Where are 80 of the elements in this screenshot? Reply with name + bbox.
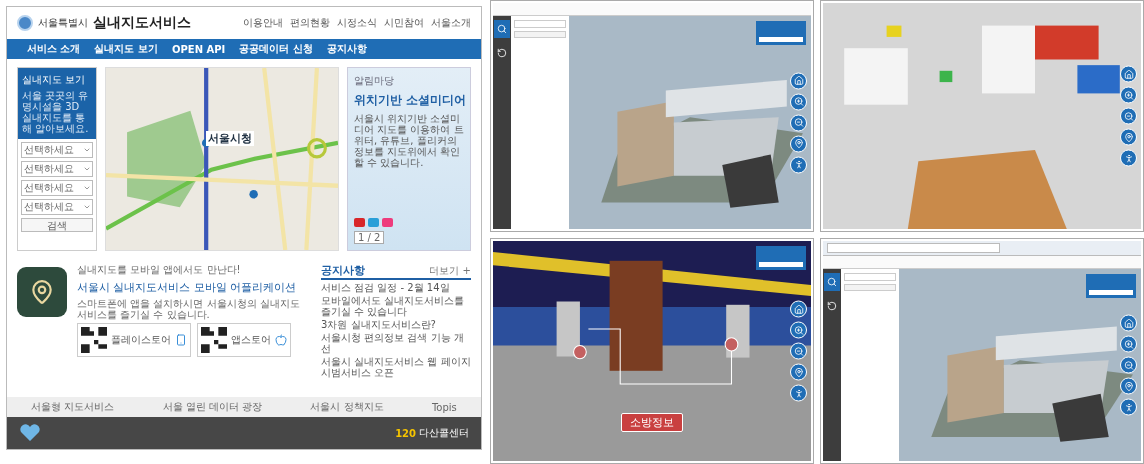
search-button[interactable] — [494, 20, 510, 38]
top-link[interactable]: 이용안내 — [243, 16, 283, 30]
heart-logo-icon — [19, 424, 41, 442]
notice-item[interactable]: 서울시 실내지도서비스 웹 페이지 시범서비스 오픈 — [321, 356, 471, 378]
call-number: 120 — [395, 427, 416, 439]
partner-link[interactable]: 서울형 지도서비스 — [31, 400, 115, 414]
zoom-in-icon — [1123, 90, 1134, 100]
search-button[interactable] — [824, 273, 840, 291]
chevron-down-icon — [83, 146, 91, 154]
select-dropdown[interactable]: 선택하세요 — [21, 180, 93, 196]
site-title: 실내지도서비스 — [93, 14, 191, 32]
zoom-out-icon — [1123, 360, 1134, 370]
select-dropdown[interactable]: 선택하세요 — [21, 199, 93, 215]
select-dropdown[interactable]: 선택하세요 — [21, 161, 93, 177]
nav-item[interactable]: 공지사항 — [326, 42, 367, 56]
nav-item[interactable]: 공공데이터 신청 — [239, 42, 313, 56]
download-link[interactable]: 앱스토어 — [197, 323, 291, 357]
top-link[interactable]: 편의현황 — [290, 16, 330, 30]
zoom-in-icon — [793, 96, 804, 107]
pin-icon — [793, 138, 804, 149]
home-icon — [793, 304, 804, 314]
partner-link[interactable]: 서울 열린 데이터 광장 — [162, 400, 263, 414]
zoom-out-icon — [793, 117, 804, 128]
more-link[interactable]: 더보기 + — [429, 264, 471, 278]
notice-title: 공지사항 — [321, 263, 365, 278]
finder-title: 실내지도 보기 — [22, 73, 87, 87]
zoom-in-icon — [1123, 339, 1134, 349]
qr-code-icon — [201, 327, 227, 353]
promo-title: 위치기반 소셜미디어 — [354, 92, 464, 109]
promo-section: 알림마당 — [354, 74, 464, 88]
search-field[interactable] — [844, 273, 896, 281]
search-button[interactable]: 검색 — [21, 218, 93, 232]
app-description: 스마트폰에 앱을 설치하시면 서울시청의 실내지도 서비스를 즐기실 수 있습니다. — [77, 298, 301, 320]
partner-link[interactable]: Topis — [431, 401, 457, 413]
top-link[interactable]: 시민참여 — [384, 16, 424, 30]
home-icon — [1123, 318, 1134, 328]
emblem-icon — [17, 15, 33, 31]
nav-item[interactable]: 실내지도 보기 — [94, 42, 158, 56]
apple-icon — [275, 334, 287, 346]
map-label: 서울시청 — [206, 131, 254, 146]
pager[interactable]: 1 / 2 — [354, 231, 385, 244]
app-icon — [17, 267, 67, 317]
search-icon — [497, 24, 507, 34]
search-field[interactable] — [514, 20, 566, 28]
chevron-down-icon — [83, 184, 91, 192]
app-title: 서울시 실내지도서비스 모바일 어플리케이션 — [77, 280, 298, 295]
call-center-name: 다산콜센터 — [419, 426, 469, 440]
person-icon — [793, 159, 804, 170]
app-kicker: 실내지도를 모바일 앱에서도 만난다! — [77, 263, 242, 277]
pin-icon — [793, 367, 804, 377]
pin-icon — [1123, 132, 1134, 142]
person-icon — [793, 388, 804, 398]
zoom-out-icon — [793, 346, 804, 356]
select-dropdown[interactable]: 선택하세요 — [21, 142, 93, 158]
person-icon — [1123, 153, 1134, 163]
nav-item[interactable]: 서비스 소개 — [27, 42, 81, 56]
zoom-out-icon — [1123, 111, 1134, 121]
search-icon — [827, 277, 837, 287]
home-icon — [1123, 69, 1134, 79]
top-link[interactable]: 서울소개 — [431, 16, 471, 30]
promo-description: 서울시 위치기반 소셜미디어 지도를 이용하여 트위터, 유튜브, 플리커의 정보를 지도위에서 확인할 수 있습니다. — [354, 113, 464, 168]
qr-code-icon — [81, 327, 107, 353]
logo-text: 서울특별시 — [38, 16, 88, 30]
top-link[interactable]: 시정소식 — [337, 16, 377, 30]
pin-icon — [1123, 381, 1134, 391]
home-icon — [793, 75, 804, 86]
chevron-down-icon — [83, 165, 91, 173]
partner-link[interactable]: 서울시 정책지도 — [310, 400, 384, 414]
download-link[interactable]: 플레이스토어 — [77, 323, 191, 357]
notice-item[interactable]: 3차원 실내지도서비스란? — [321, 319, 471, 330]
notice-item[interactable]: 모바일에서도 실내지도서비스를 즐기실 수 있습니다 — [321, 295, 471, 317]
zoom-in-icon — [793, 325, 804, 335]
chevron-down-icon — [83, 203, 91, 211]
finder-description: 서울 곳곳의 유명시설을 3D 실내지도를 통해 알아보세요. — [22, 90, 90, 134]
notice-item[interactable]: 서비스 점검 일정 - 2월 14일 — [321, 282, 471, 293]
notice-item[interactable]: 서울시청 편의정보 검색 기능 개선 — [321, 332, 471, 354]
rotate-icon — [497, 48, 507, 58]
rotate-icon — [827, 301, 837, 311]
person-icon — [1123, 402, 1134, 412]
nav-item[interactable]: OPEN API — [171, 43, 226, 55]
